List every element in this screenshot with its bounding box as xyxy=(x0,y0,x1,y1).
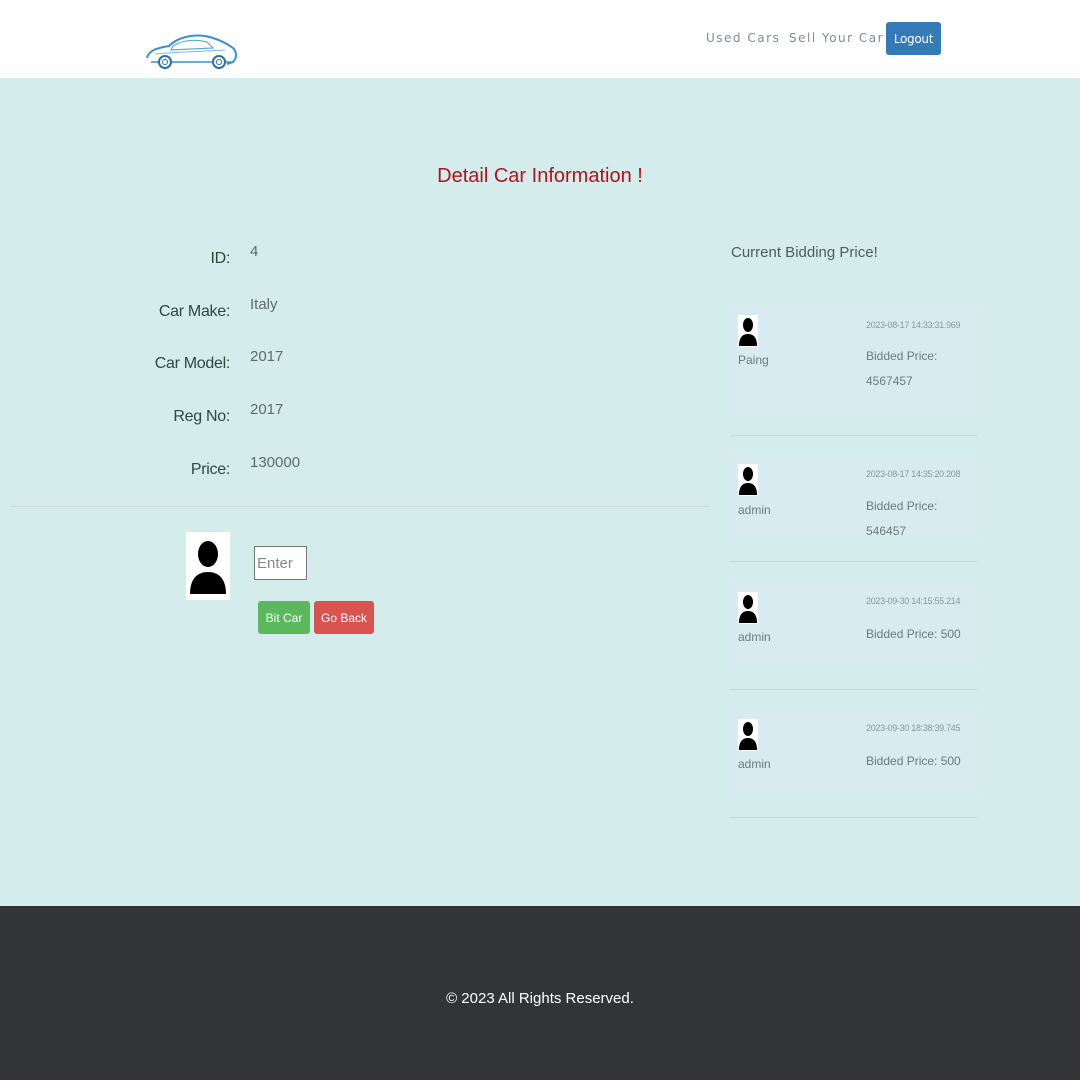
user-silhouette-icon xyxy=(738,592,758,624)
bid-price: Bidded Price: 500 xyxy=(866,754,961,768)
bid-user: admin xyxy=(738,503,771,517)
detail-value-model: 2017 xyxy=(250,348,284,365)
detail-label-price: Price: xyxy=(190,461,230,478)
bid-price: Bidded Price: 546457 xyxy=(866,499,938,538)
bid-time: 2023-09-30 14:15:55.214 xyxy=(866,596,961,606)
nav-sell-your-car[interactable]: Sell Your Car xyxy=(789,31,884,45)
bid-price: Bidded Price: 4567457 xyxy=(866,349,938,388)
user-silhouette-icon xyxy=(738,719,758,751)
detail-label-id: ID: xyxy=(210,250,230,267)
bid-time: 2023-08-17 14:35:20.208 xyxy=(866,469,961,479)
detail-value-make: Italy xyxy=(250,296,278,313)
bid-time: 2023-09-30 18:38:39.745 xyxy=(866,723,961,733)
detail-label-reg: Reg No: xyxy=(173,408,230,425)
bit-car-button[interactable]: Bit Car xyxy=(258,601,310,634)
bid-time: 2023-08-17 14:33:31.969 xyxy=(866,320,961,330)
detail-label-model: Car Model: xyxy=(154,355,231,372)
site-footer: © 2023 All Rights Reserved. xyxy=(0,906,1080,1080)
logout-button[interactable]: Logout xyxy=(886,22,941,55)
detail-value-id: 4 xyxy=(250,243,259,260)
bid-card: admin 2023-08-17 14:35:20.208 Bidded Pri… xyxy=(730,455,978,540)
user-silhouette-icon xyxy=(738,464,758,496)
bidding-heading: Current Bidding Price! xyxy=(731,244,878,261)
user-silhouette-icon xyxy=(186,532,230,600)
bid-amount-input[interactable] xyxy=(254,546,307,580)
bid-card: Paing 2023-08-17 14:33:31.969 Bidded Pri… xyxy=(730,305,978,416)
bid-divider xyxy=(730,689,978,690)
go-back-button[interactable]: Go Back xyxy=(314,601,374,634)
bid-user: Paing xyxy=(738,353,769,367)
bid-user: admin xyxy=(738,630,771,644)
detail-value-price: 130000 xyxy=(250,454,301,471)
bid-divider xyxy=(730,435,978,436)
car-logo-icon[interactable] xyxy=(143,26,239,74)
bid-card: admin 2023-09-30 18:38:39.745 Bidded Pri… xyxy=(730,709,978,796)
nav-used-cars[interactable]: Used Cars xyxy=(706,31,780,45)
divider xyxy=(10,506,710,507)
detail-label-make: Car Make: xyxy=(158,303,230,320)
page-title: Detail Car Information ! xyxy=(437,165,643,187)
site-header: Used Cars Sell Your Car Logout xyxy=(0,0,1080,78)
bid-divider xyxy=(730,561,978,562)
copyright-text: © 2023 All Rights Reserved. xyxy=(446,990,634,1007)
bid-card: admin 2023-09-30 14:15:55.214 Bidded Pri… xyxy=(730,582,978,667)
bid-divider xyxy=(730,817,978,818)
bid-price: Bidded Price: 500 xyxy=(866,627,961,641)
detail-value-reg: 2017 xyxy=(250,401,284,418)
user-silhouette-icon xyxy=(738,315,758,347)
bid-user: admin xyxy=(738,757,771,771)
